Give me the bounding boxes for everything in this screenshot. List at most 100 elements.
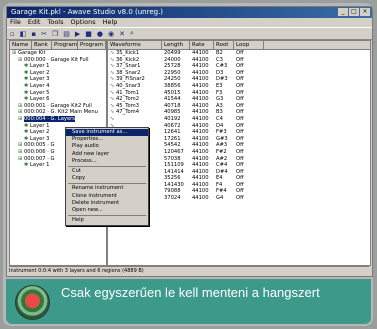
col-length[interactable]: Length: [162, 41, 190, 49]
waveform-root: E3: [216, 82, 223, 89]
waveform-rate: 44100: [192, 115, 209, 122]
col-name[interactable]: Name: [10, 41, 32, 49]
tree-row-label: Layer 1: [30, 162, 50, 169]
target-badge-icon: [15, 285, 50, 320]
waveform-length: 12641: [164, 129, 181, 136]
new-icon[interactable]: ▫: [10, 30, 15, 38]
maximize-button[interactable]: □: [349, 8, 359, 16]
waveform-rate: 44100: [192, 82, 209, 89]
tree-row-label: 000:005 · G: [24, 142, 55, 149]
col-root[interactable]: Root: [214, 41, 234, 49]
col-loop[interactable]: Loop: [234, 41, 264, 49]
toolbar: ▫ ◧ ▪ ✂ ❐ ▤ ▶ ■ ● ◉ ✕ ⌕: [7, 27, 372, 40]
waveform-rate: 44100: [192, 188, 209, 195]
waveform-name: ∿ 45_Tom3: [108, 103, 162, 110]
waveform-length: 41544: [164, 96, 181, 103]
cut-icon[interactable]: ✂: [41, 30, 47, 38]
context-menu-item[interactable]: Clone instrument: [66, 193, 148, 200]
waveform-name: ∿ 42_Tom2: [108, 96, 162, 103]
record-icon[interactable]: ●: [97, 30, 103, 38]
waveform-loop: Off: [236, 96, 244, 103]
waveform-length: 20499: [164, 50, 181, 56]
list-item[interactable]: ∿ 37_Snar1 25728 44100 C#3 Off: [108, 63, 370, 70]
tree-row[interactable]: ✱ Layer 3: [10, 76, 106, 83]
tree-row-label: 000:001 · Garage Kit2 Full: [24, 102, 92, 109]
col-program[interactable]: Program: [52, 41, 78, 49]
tree-row[interactable]: ⊞ 000:001 · Garage Kit2 Full: [10, 103, 106, 110]
play-icon[interactable]: ▶: [75, 30, 80, 38]
list-item[interactable]: ∿ 42_Tom2 41544 44100 G3 Off: [108, 96, 370, 103]
menu-bar: File Edit Tools Options Help: [7, 18, 372, 27]
waveform-root: F#3: [216, 129, 227, 136]
context-menu-item[interactable]: Play audio: [66, 143, 148, 150]
waveform-length: 151109: [164, 162, 184, 169]
minimize-button[interactable]: _: [338, 8, 348, 16]
list-item[interactable]: ∿ 40192 44100 C4 Off: [108, 116, 370, 123]
col-program-name[interactable]: Program: [78, 41, 106, 49]
zoom-icon[interactable]: ⌕: [130, 29, 134, 38]
list-item[interactable]: ∿ 40_Snar3 38856 44100 E3 Off: [108, 83, 370, 90]
properties-icon[interactable]: ◉: [108, 30, 114, 38]
list-item[interactable]: ∿ 45_Tom3 40718 44100 A3 Off: [108, 103, 370, 110]
col-waveforms[interactable]: Waveforms: [108, 41, 162, 49]
menu-file[interactable]: File: [10, 18, 21, 27]
col-bank[interactable]: Bank: [32, 41, 52, 49]
list-item[interactable]: ∿ 36_Kick2 24000 44100 C3 Off: [108, 57, 370, 64]
tree-row[interactable]: ⊞ Garage Kit: [10, 50, 106, 57]
copy-icon[interactable]: ❐: [52, 30, 58, 38]
list-item[interactable]: ∿ 39_FlSnar2 24250 44100 D#3 Off: [108, 76, 370, 83]
tree-row[interactable]: ⊞ 000:002 · G. Kit2 Main Menu: [10, 109, 106, 116]
tree-row-label: Garage Kit: [18, 50, 46, 56]
waveform-root: C#4: [216, 162, 228, 169]
tree-header: Name Bank Program Program: [10, 41, 106, 50]
context-menu-item[interactable]: Cut: [66, 168, 148, 175]
tree-row-label: 000:006 · G: [24, 148, 55, 155]
list-item[interactable]: ∿ 35_Kick1 20499 44100 B2 Off: [108, 50, 370, 57]
waveform-root: A#3: [216, 142, 228, 149]
delete-icon[interactable]: ✕: [119, 30, 125, 38]
waveform-loop: Off: [236, 142, 244, 149]
context-menu-item[interactable]: Process...: [66, 158, 148, 165]
caption-text: Csak egyszerűen le kell menteni a hangsz…: [61, 285, 320, 300]
tree-row-label: Layer 2: [30, 69, 50, 76]
waveform-rate: 44100: [192, 63, 209, 70]
list-item[interactable]: ∿ 38_Snar2 22950 44100 D3 Off: [108, 70, 370, 77]
menu-edit[interactable]: Edit: [28, 18, 41, 27]
paste-icon[interactable]: ▤: [63, 30, 70, 38]
waveform-loop: Off: [236, 162, 244, 169]
context-menu-item[interactable]: Rename instrument: [66, 185, 148, 192]
list-item[interactable]: ∿ 41_Tom1 45015 44100 F3 Off: [108, 90, 370, 97]
context-menu-item[interactable]: Delete instrument: [66, 200, 148, 207]
save-icon[interactable]: ▪: [31, 30, 36, 38]
context-menu-item[interactable]: Open new...: [66, 207, 148, 214]
open-icon[interactable]: ◧: [20, 30, 27, 38]
waveform-length: 17261: [164, 135, 181, 142]
tree-row[interactable]: ⊞ 000:004 · G. Layers: [10, 115, 106, 123]
tree-row[interactable]: ✱ Layer 5: [10, 90, 106, 97]
context-menu-item[interactable]: Help: [66, 217, 148, 224]
waveform-length: 22950: [164, 69, 181, 76]
list-item[interactable]: ∿ 47_Tom4 40985 44100 B3 Off: [108, 109, 370, 116]
context-menu-item[interactable]: Add new layer: [66, 151, 148, 158]
close-button[interactable]: ×: [360, 8, 370, 16]
title-bar: Garage Kit.pkl - Awave Studio v8.0 (unre…: [7, 7, 372, 18]
waveform-rate: 44100: [192, 175, 209, 182]
context-menu-item[interactable]: Save instrument as...: [66, 129, 148, 137]
waveform-root: D#3: [216, 76, 228, 83]
waveform-length: 120467: [164, 148, 184, 155]
context-menu-item[interactable]: Properties...: [66, 136, 148, 143]
tree-row[interactable]: ✱ Layer 1: [10, 63, 106, 70]
waveform-name: ∿ 36_Kick2: [108, 57, 162, 64]
col-rate[interactable]: Rate: [190, 41, 214, 49]
stop-icon[interactable]: ■: [85, 30, 92, 38]
tree-row[interactable]: ✱ Layer 2: [10, 70, 106, 77]
menu-options[interactable]: Options: [71, 18, 96, 27]
menu-help[interactable]: Help: [103, 18, 118, 27]
tree-row[interactable]: ⊞ 000:000 · Garage Kit Full: [10, 57, 106, 64]
tree-row-label: Layer 4: [30, 82, 50, 89]
context-menu-item[interactable]: Copy: [66, 175, 148, 182]
tree-row[interactable]: ✱ Layer 4: [10, 83, 106, 90]
tree-row[interactable]: ✱ Layer 6: [10, 96, 106, 103]
menu-tools[interactable]: Tools: [47, 18, 63, 27]
waveform-root: F3: [216, 89, 223, 96]
